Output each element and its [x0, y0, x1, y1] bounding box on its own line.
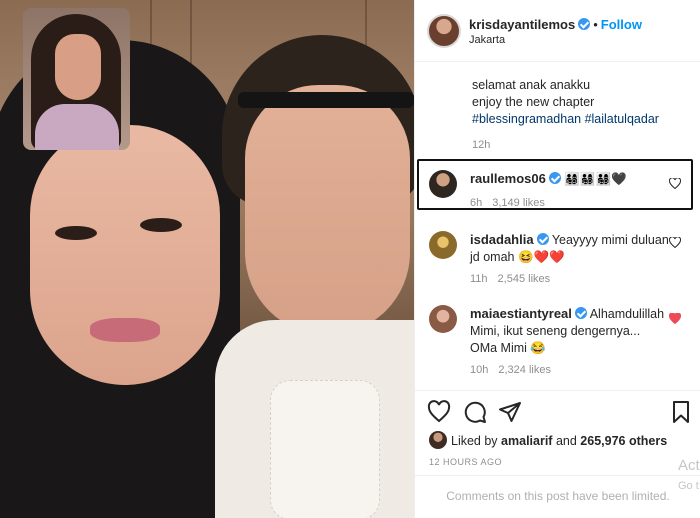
likes-summary: Liked by amaliarif and 265,976 others: [429, 431, 667, 449]
person-face: [245, 85, 410, 335]
comment-time[interactable]: 10h: [470, 364, 488, 376]
comment-username[interactable]: raullemos06: [470, 171, 546, 186]
share-icon[interactable]: [498, 400, 522, 424]
verified-badge-icon: [578, 18, 591, 30]
avatar[interactable]: [427, 14, 461, 48]
shirt-embroidery: [270, 380, 380, 518]
heart-filled-icon[interactable]: [669, 313, 681, 324]
inset-body: [35, 104, 119, 150]
comment-likes[interactable]: 2,545 likes: [498, 273, 551, 285]
likes-mid: and: [555, 434, 577, 448]
heart-icon[interactable]: [427, 400, 451, 424]
separator-dot: •: [593, 17, 598, 32]
caption-line: selamat anak anakku: [472, 78, 591, 92]
username-link[interactable]: krisdayantilemos: [469, 17, 575, 32]
comment-icon[interactable]: [463, 400, 487, 424]
caption-hashtags[interactable]: #blessingramadhan #lailatulqadar: [472, 111, 692, 128]
post-timestamp[interactable]: 12 HOURS AGO: [429, 457, 502, 467]
avatar[interactable]: [429, 170, 457, 198]
headband: [238, 92, 414, 108]
eye: [55, 226, 97, 240]
likes-prefix: Liked by: [451, 434, 498, 448]
lips: [90, 318, 160, 342]
comment-likes[interactable]: 2,324 likes: [498, 364, 551, 376]
avatar[interactable]: [429, 231, 457, 259]
comments-limited-notice: Comments on this post have been limited.: [415, 475, 700, 518]
heart-icon[interactable]: [669, 237, 681, 248]
comment-username[interactable]: maiaestiantyreal: [470, 306, 572, 321]
verified-badge-icon: [548, 172, 561, 184]
watermark-line: Acti: [678, 457, 700, 474]
liker-username[interactable]: amaliarif: [501, 434, 552, 448]
verified-badge-icon: [574, 307, 587, 319]
inset-face: [55, 34, 101, 100]
follow-button[interactable]: Follow: [601, 17, 642, 32]
likes-others[interactable]: 265,976 others: [580, 434, 667, 448]
caption-time[interactable]: 12h: [472, 139, 490, 151]
avatar[interactable]: [429, 431, 447, 449]
comment-username[interactable]: isdadahlia: [470, 232, 534, 247]
caption-line: enjoy the new chapter: [472, 95, 595, 109]
post-photo[interactable]: [0, 0, 414, 518]
header-user: krisdayantilemos • Follow: [469, 17, 642, 32]
activate-windows-watermark: Acti Go t: [678, 456, 700, 496]
comment-time[interactable]: 11h: [470, 273, 488, 285]
avatar[interactable]: [429, 305, 457, 333]
heart-icon[interactable]: [669, 178, 681, 189]
person-face: [30, 125, 220, 385]
post-panel: krisdayantilemos • Follow Jakarta selamat …: [414, 0, 700, 518]
watermark-line: Go t: [678, 480, 699, 492]
bookmark-icon[interactable]: [669, 400, 693, 424]
location-link[interactable]: Jakarta: [469, 34, 505, 46]
verified-badge-icon: [536, 233, 549, 245]
comment-text: 👨‍👩‍👧‍👦👨‍👩‍👧‍👦👨‍👩‍👧‍👦🖤: [564, 172, 627, 186]
comment-time[interactable]: 6h: [470, 197, 482, 209]
eye: [140, 218, 182, 232]
comment-likes[interactable]: 3,149 likes: [492, 197, 545, 209]
video-call-inset: [23, 8, 130, 150]
post-caption: selamat anak anakku enjoy the new chapte…: [472, 77, 692, 128]
post-header: krisdayantilemos • Follow Jakarta: [415, 0, 700, 62]
action-bar: [415, 390, 700, 430]
